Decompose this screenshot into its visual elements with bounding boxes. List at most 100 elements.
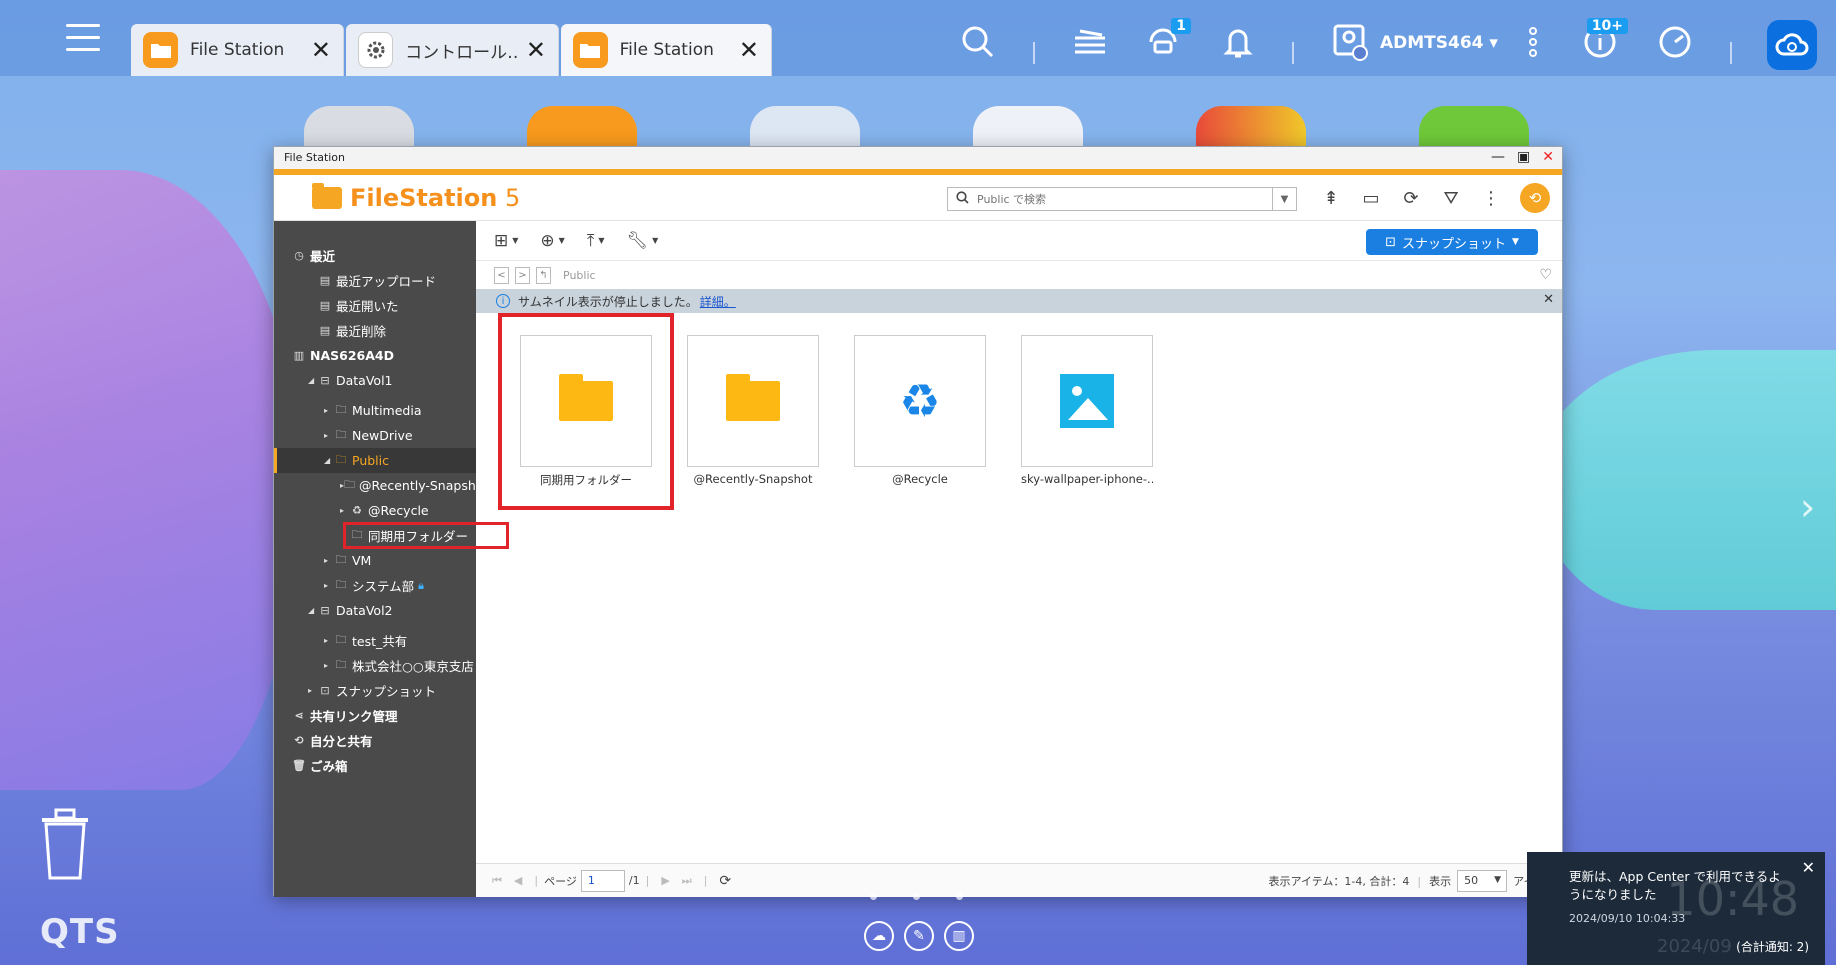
breadcrumb[interactable]: Public bbox=[563, 269, 596, 282]
collapse-arrow-icon[interactable]: ▸ bbox=[324, 661, 334, 670]
collapse-arrow-icon[interactable]: ▸ bbox=[324, 556, 334, 565]
close-icon[interactable]: ✕ bbox=[1802, 858, 1815, 877]
search-input[interactable] bbox=[977, 192, 1272, 206]
notice-details-link[interactable]: 詳細。 bbox=[700, 293, 736, 310]
taskbar-tab-file-station-1[interactable]: File Station ✕ bbox=[131, 24, 344, 76]
collapse-arrow-icon[interactable]: ▸ bbox=[324, 431, 334, 440]
sidebar-item-datavol2[interactable]: ◢ ⊟ DataVol2 bbox=[274, 598, 476, 623]
last-page-icon[interactable]: ⏭ bbox=[682, 874, 692, 888]
sidebar-item-public[interactable]: ◢ 🗀 Public bbox=[274, 448, 476, 473]
sidebar-item-newdrive[interactable]: ▸ 🗀 NewDrive bbox=[274, 423, 476, 448]
dock-tools-icon[interactable]: ✎ bbox=[904, 921, 934, 951]
user-admin-icon[interactable] bbox=[1330, 22, 1370, 62]
more-vertical-icon[interactable] bbox=[1513, 22, 1553, 62]
pagination-footer: ⏮ ◀ | ページ 1 /1 | ▶ ⏭ | ⟳ 表示アイテム：1-4, 合計：… bbox=[476, 863, 1562, 897]
background-task-icon[interactable]: ⟲ bbox=[1520, 183, 1550, 213]
collapse-arrow-icon[interactable]: ▸ bbox=[324, 406, 334, 415]
folder-icon bbox=[726, 374, 780, 421]
sidebar-item-datavol1[interactable]: ◢ ⊟ DataVol1 bbox=[274, 368, 476, 393]
snapshot-button[interactable]: ⊡ スナップショット ▼ bbox=[1366, 229, 1538, 255]
page-input[interactable]: 1 bbox=[580, 869, 625, 892]
sidebar-item-multimedia[interactable]: ▸ 🗀 Multimedia bbox=[274, 398, 476, 423]
folder-icon: 🗀 bbox=[344, 478, 356, 491]
dashboard-gauge-icon[interactable] bbox=[1655, 22, 1695, 62]
sidebar-item-test-share[interactable]: ▸ 🗀 test_共有 bbox=[274, 628, 476, 653]
parent-folder-button[interactable]: ↰ bbox=[536, 266, 551, 284]
search-icon[interactable] bbox=[958, 22, 998, 62]
view-mode-button[interactable]: ⊞ ▼ bbox=[494, 231, 518, 251]
taskbar-tab-file-station-2[interactable]: File Station ✕ bbox=[561, 24, 772, 76]
tab-label: File Station bbox=[619, 40, 714, 60]
collapse-arrow-icon[interactable]: ▸ bbox=[340, 506, 350, 515]
sidebar-item-snapshot[interactable]: ▸ ⊡ スナップショット bbox=[274, 678, 476, 703]
collapse-arrow-icon[interactable]: ▸ bbox=[308, 686, 318, 695]
expand-arrow-icon[interactable]: ◢ bbox=[308, 376, 318, 385]
expand-arrow-icon[interactable]: ◢ bbox=[324, 456, 334, 465]
search-box[interactable]: ▼ bbox=[947, 187, 1297, 211]
desktop-page-dots[interactable] bbox=[870, 893, 963, 900]
close-icon[interactable]: ✕ bbox=[1543, 292, 1554, 307]
upload-button[interactable]: ⤒ ▼ bbox=[587, 231, 605, 251]
info-icon: i bbox=[496, 294, 510, 308]
sidebar-item-share-links[interactable]: ⋖ 共有リンク管理 bbox=[274, 703, 476, 728]
stack-icon[interactable] bbox=[1070, 22, 1110, 62]
folder-icon: 🗀 bbox=[335, 453, 347, 466]
sidebar-item-vm[interactable]: ▸ 🗀 VM bbox=[274, 548, 476, 573]
window-titlebar[interactable]: File Station — ▣ ✕ bbox=[274, 147, 1562, 169]
sidebar-item-recent-deleted[interactable]: ▤ 最近削除 bbox=[274, 318, 476, 343]
create-folder-button[interactable]: ⊕ ▼ bbox=[540, 231, 564, 251]
taskbar-tab-control-panel[interactable]: コントロール… ✕ bbox=[346, 24, 559, 76]
minimize-icon[interactable]: — bbox=[1491, 149, 1505, 165]
sidebar-item-shared-with-me[interactable]: ⟲ 自分と共有 bbox=[274, 728, 476, 753]
prev-page-icon[interactable]: ◀ bbox=[514, 874, 522, 887]
sidebar-item-recent-opened[interactable]: ▤ 最近開いた bbox=[274, 293, 476, 318]
notification-toast[interactable]: 10:48 ✕ 更新は、App Center で利用できるようになりました 20… bbox=[1527, 852, 1825, 965]
search-options-chevron-icon[interactable]: ▼ bbox=[1272, 188, 1296, 210]
sidebar-item-nas[interactable]: ▥ NAS626A4D bbox=[274, 343, 476, 368]
background-task-icon[interactable]: 1 bbox=[1143, 18, 1191, 62]
sidebar-item-trash[interactable]: 🗑︎ ごみ箱 bbox=[274, 753, 476, 778]
close-icon[interactable]: ✕ bbox=[1542, 149, 1554, 165]
close-icon[interactable]: ✕ bbox=[311, 36, 331, 64]
collapse-arrow-icon[interactable]: ▸ bbox=[324, 636, 334, 645]
user-menu[interactable]: ADMTS464 ▾ bbox=[1380, 33, 1498, 53]
close-icon[interactable]: ✕ bbox=[739, 36, 759, 64]
maximize-icon[interactable]: ▣ bbox=[1517, 149, 1530, 165]
info-update-icon[interactable]: 10+ bbox=[1580, 18, 1628, 62]
refresh-icon[interactable]: ⟳ bbox=[719, 873, 731, 889]
first-page-icon[interactable]: ⏮ bbox=[492, 874, 502, 888]
file-item[interactable]: ♻ @Recycle bbox=[854, 335, 986, 486]
upload-stack-icon[interactable]: ⇞ bbox=[1320, 187, 1342, 209]
next-page-icon[interactable]: ▶ bbox=[661, 874, 669, 887]
back-button[interactable]: < bbox=[494, 266, 509, 284]
bell-icon[interactable] bbox=[1218, 22, 1258, 62]
next-desktop-chevron-icon[interactable]: › bbox=[1800, 485, 1815, 529]
sidebar-item-system-dept[interactable]: ▸ 🗀 システム部 🔒︎ bbox=[274, 573, 476, 598]
file-item[interactable]: 同期用フォルダー bbox=[498, 313, 674, 510]
notification-count[interactable]: (合計通知: 2) bbox=[1736, 938, 1809, 955]
sidebar-item-recent[interactable]: ◷ 最近 bbox=[274, 243, 476, 268]
file-item[interactable]: sky-wallpaper-iphone-... bbox=[1021, 335, 1153, 486]
collapse-arrow-icon[interactable]: ▸ bbox=[324, 581, 334, 590]
sidebar-item-recently-snapshot[interactable]: ▸ 🗀 @Recently-Snapshot bbox=[274, 473, 488, 498]
expand-arrow-icon[interactable]: ◢ bbox=[308, 606, 318, 615]
more-vertical-icon[interactable]: ⋮ bbox=[1480, 187, 1502, 209]
dock-apps-icon[interactable]: ▥ bbox=[944, 921, 974, 951]
sidebar-item-recent-upload[interactable]: ▤ 最近アップロード bbox=[274, 268, 476, 293]
dock-cloud-icon[interactable]: ☁ bbox=[864, 921, 894, 951]
per-page-select[interactable]: 50 ▼ bbox=[1457, 870, 1508, 892]
desktop-trash-icon[interactable] bbox=[36, 806, 94, 882]
filter-icon[interactable]: ⛛ bbox=[1440, 187, 1462, 209]
close-icon[interactable]: ✕ bbox=[526, 36, 546, 64]
favorite-heart-icon[interactable]: ♡ bbox=[1539, 267, 1552, 283]
file-item[interactable]: @Recently-Snapshot bbox=[687, 335, 819, 486]
tools-button[interactable]: 🔧︎ ▼ bbox=[626, 231, 658, 251]
refresh-icon[interactable]: ⟳ bbox=[1400, 187, 1422, 209]
cloud-icon[interactable] bbox=[1767, 20, 1817, 70]
main-menu-icon[interactable] bbox=[66, 24, 100, 58]
doc-icon: ▤ bbox=[319, 274, 331, 287]
sidebar-item-tokyo-branch[interactable]: ▸ 🗀 株式会社○○東京支店 bbox=[274, 653, 476, 678]
sidebar-item-recycle[interactable]: ▸ ♻ @Recycle bbox=[274, 498, 476, 523]
remote-mount-icon[interactable]: ▭ bbox=[1360, 187, 1382, 209]
forward-button[interactable]: > bbox=[515, 266, 530, 284]
